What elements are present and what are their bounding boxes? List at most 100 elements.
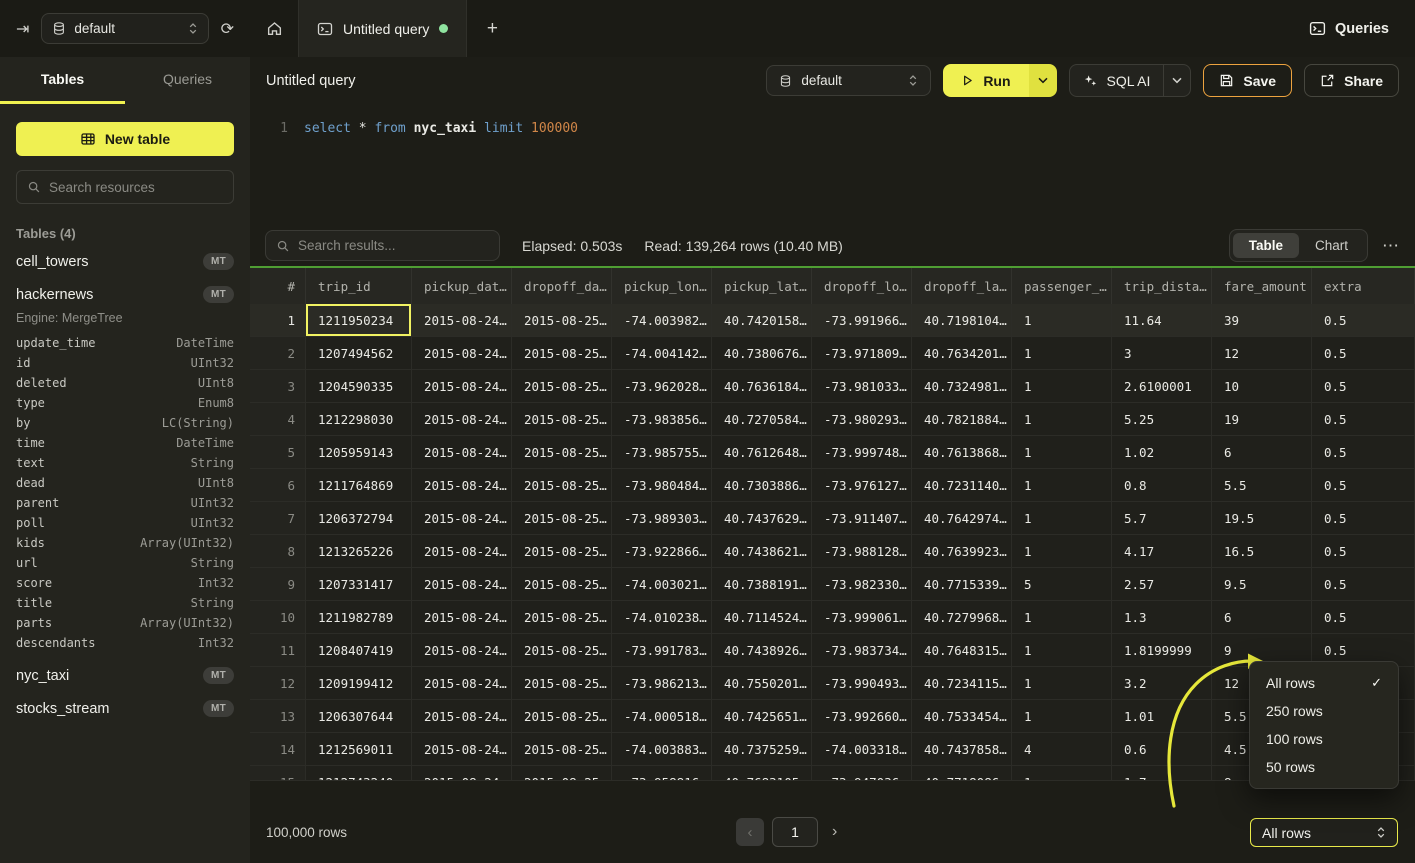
table-cell[interactable]: 39 bbox=[1212, 304, 1312, 336]
table-cell[interactable]: -73.986213… bbox=[612, 667, 712, 699]
table-cell[interactable]: 1 bbox=[1012, 304, 1112, 336]
tab-home[interactable] bbox=[250, 0, 298, 57]
column-row[interactable]: timeDateTime bbox=[0, 433, 250, 453]
table-cell[interactable]: 2015-08-25… bbox=[512, 766, 612, 780]
table-cell[interactable]: -73.971809… bbox=[812, 337, 912, 369]
table-cell[interactable]: 40.7683105… bbox=[712, 766, 812, 780]
table-cell[interactable]: 2015-08-25… bbox=[512, 436, 612, 468]
table-cell[interactable]: 40.7636184… bbox=[712, 370, 812, 402]
row-number-cell[interactable]: 4 bbox=[250, 403, 306, 435]
table-row[interactable]: 412122980302015-08-24…2015-08-25…-73.983… bbox=[250, 403, 1415, 436]
table-cell[interactable]: 0.8 bbox=[1112, 469, 1212, 501]
table-cell[interactable]: 1 bbox=[1012, 436, 1112, 468]
column-row[interactable]: descendantsInt32 bbox=[0, 633, 250, 653]
table-cell[interactable]: -73.990493… bbox=[812, 667, 912, 699]
table-cell[interactable]: -73.988128… bbox=[812, 535, 912, 567]
column-row[interactable]: textString bbox=[0, 453, 250, 473]
table-cell[interactable]: 40.7715339… bbox=[912, 568, 1012, 600]
tab-untitled-query[interactable]: Untitled query bbox=[298, 0, 467, 57]
table-cell[interactable]: 40.7380676… bbox=[712, 337, 812, 369]
table-cell[interactable]: 2015-08-25… bbox=[512, 469, 612, 501]
table-cell[interactable]: 40.7279968… bbox=[912, 601, 1012, 633]
queries-link[interactable]: Queries bbox=[1309, 0, 1415, 57]
table-row[interactable]: 812132652262015-08-24…2015-08-25…-73.922… bbox=[250, 535, 1415, 568]
table-cell[interactable]: -73.999061… bbox=[812, 601, 912, 633]
table-cell[interactable]: 1 bbox=[1012, 766, 1112, 780]
column-header[interactable]: trip_dista… bbox=[1112, 268, 1212, 304]
table-cell[interactable]: 40.7437629… bbox=[712, 502, 812, 534]
table-cell[interactable]: 5.7 bbox=[1112, 502, 1212, 534]
column-row[interactable]: typeEnum8 bbox=[0, 393, 250, 413]
table-cell[interactable]: 3 bbox=[1112, 337, 1212, 369]
column-row[interactable]: partsArray(UInt32) bbox=[0, 613, 250, 633]
table-cell[interactable]: 2015-08-25… bbox=[512, 733, 612, 765]
table-cell[interactable]: 4 bbox=[1012, 733, 1112, 765]
table-cell[interactable]: 1 bbox=[1012, 502, 1112, 534]
table-cell[interactable]: 1.3 bbox=[1112, 601, 1212, 633]
sidebar-search[interactable] bbox=[16, 170, 234, 204]
table-cell[interactable]: -73.981033… bbox=[812, 370, 912, 402]
table-cell[interactable]: 0.5 bbox=[1312, 502, 1415, 534]
table-cell[interactable]: 4.17 bbox=[1112, 535, 1212, 567]
table-cell[interactable]: -74.010238… bbox=[612, 601, 712, 633]
table-cell[interactable]: -73.985755… bbox=[612, 436, 712, 468]
table-cell[interactable]: 1 bbox=[1012, 370, 1112, 402]
save-button[interactable]: Save bbox=[1203, 64, 1292, 97]
prev-page-button[interactable]: ‹ bbox=[736, 818, 764, 846]
table-cell[interactable]: 5.25 bbox=[1112, 403, 1212, 435]
table-row[interactable]: 1512127432402015-08-24…2015-08-25…-73.95… bbox=[250, 766, 1415, 780]
row-number-cell[interactable]: 10 bbox=[250, 601, 306, 633]
table-cell[interactable]: 2015-08-25… bbox=[512, 370, 612, 402]
table-cell[interactable]: 1206372794 bbox=[306, 502, 412, 534]
table-cell[interactable]: 40.7234115… bbox=[912, 667, 1012, 699]
table-cell[interactable]: 2015-08-24… bbox=[412, 601, 512, 633]
toggle-table[interactable]: Table bbox=[1233, 233, 1299, 258]
table-row[interactable]: 112119502342015-08-24…2015-08-25…-74.003… bbox=[250, 304, 1415, 337]
sidebar-tab-queries[interactable]: Queries bbox=[125, 57, 250, 104]
table-cell[interactable]: -73.982330… bbox=[812, 568, 912, 600]
table-cell[interactable]: 1.7 bbox=[1112, 766, 1212, 780]
table-cell[interactable]: 40.7324981… bbox=[912, 370, 1012, 402]
table-cell[interactable]: -73.980484… bbox=[612, 469, 712, 501]
column-row[interactable]: deadUInt8 bbox=[0, 473, 250, 493]
table-cell[interactable]: 6 bbox=[1212, 436, 1312, 468]
table-cell[interactable]: 1207494562 bbox=[306, 337, 412, 369]
share-button[interactable]: Share bbox=[1304, 64, 1399, 97]
topbar-database-select[interactable]: default bbox=[41, 13, 208, 44]
table-cell[interactable]: -73.999748… bbox=[812, 436, 912, 468]
table-cell[interactable]: 2015-08-25… bbox=[512, 502, 612, 534]
results-search-input[interactable] bbox=[298, 238, 489, 253]
table-cell[interactable]: 2.6100001 bbox=[1112, 370, 1212, 402]
table-cell[interactable]: 2015-08-25… bbox=[512, 535, 612, 567]
table-cell[interactable]: -73.958816… bbox=[612, 766, 712, 780]
table-cell[interactable]: -73.983856… bbox=[612, 403, 712, 435]
column-row[interactable]: parentUInt32 bbox=[0, 493, 250, 513]
page-size-option[interactable]: 250 rows bbox=[1250, 697, 1398, 725]
table-cell[interactable]: 1212569011 bbox=[306, 733, 412, 765]
column-header[interactable]: pickup_dat… bbox=[412, 268, 512, 304]
table-cell[interactable]: 1209199412 bbox=[306, 667, 412, 699]
table-cell[interactable]: 40.7231140… bbox=[912, 469, 1012, 501]
table-cell[interactable]: 1206307644 bbox=[306, 700, 412, 732]
table-cell[interactable]: 5.5 bbox=[1212, 469, 1312, 501]
query-database-select[interactable]: default bbox=[766, 65, 931, 96]
table-cell[interactable]: 40.7612648… bbox=[712, 436, 812, 468]
table-cell[interactable]: 40.7821884… bbox=[912, 403, 1012, 435]
table-cell[interactable]: 0.5 bbox=[1312, 337, 1415, 369]
table-cell[interactable]: 1208407419 bbox=[306, 634, 412, 666]
table-cell[interactable]: 40.7613868… bbox=[912, 436, 1012, 468]
table-cell[interactable]: -73.947036… bbox=[812, 766, 912, 780]
table-cell[interactable]: 5 bbox=[1012, 568, 1112, 600]
new-tab-button[interactable]: + bbox=[467, 0, 517, 57]
column-row[interactable]: scoreInt32 bbox=[0, 573, 250, 593]
table-cell[interactable]: 2015-08-24… bbox=[412, 469, 512, 501]
table-cell[interactable]: 10 bbox=[1212, 370, 1312, 402]
table-cell[interactable]: 1205959143 bbox=[306, 436, 412, 468]
sql-editor[interactable]: 1 select * from nyc_taxi limit 100000 bbox=[250, 104, 1415, 225]
table-cell[interactable]: 0.6 bbox=[1112, 733, 1212, 765]
table-cell[interactable]: 1 bbox=[1012, 403, 1112, 435]
column-row[interactable]: deletedUInt8 bbox=[0, 373, 250, 393]
table-row[interactable]: 212074945622015-08-24…2015-08-25…-74.004… bbox=[250, 337, 1415, 370]
results-search[interactable] bbox=[265, 230, 500, 261]
table-cell[interactable]: 40.7375259… bbox=[712, 733, 812, 765]
